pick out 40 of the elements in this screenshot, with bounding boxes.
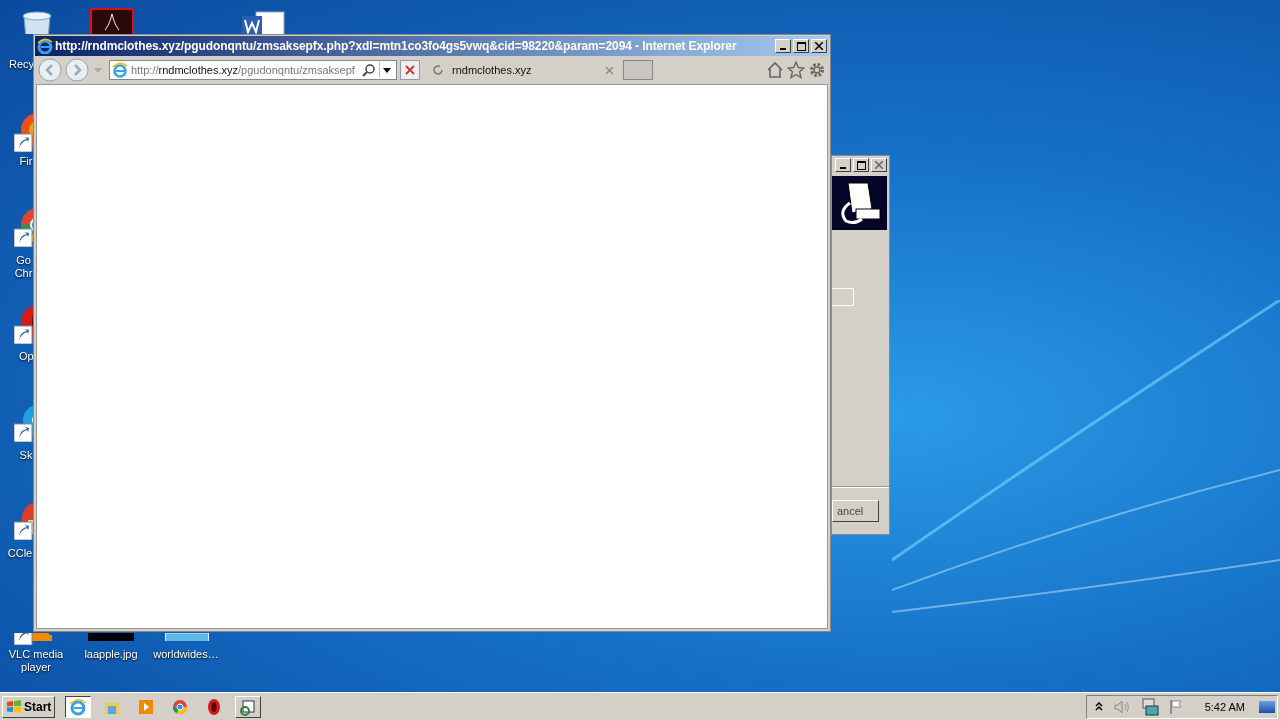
network-icon[interactable] bbox=[1140, 697, 1159, 716]
maximize-icon[interactable] bbox=[793, 39, 809, 53]
chevron-up-icon[interactable] bbox=[1094, 701, 1103, 712]
ie-taskbar-icon[interactable] bbox=[65, 695, 92, 718]
window-title: http://rndmclothes.xyz/pgudonqntu/zmsaksepfx.php?xdl=mtn1co3fo4gs5vwq&cid=98220&param=2094 - Internet Explorer bbox=[55, 39, 738, 53]
home-icon[interactable] bbox=[766, 61, 784, 79]
address-field[interactable]: http://rndmclothes.xyz/pgudonqntu/zmsaksepf bbox=[109, 60, 397, 80]
settings-icon[interactable] bbox=[808, 61, 826, 79]
app-taskbar-icon[interactable] bbox=[235, 695, 262, 718]
start-button[interactable]: Start bbox=[2, 695, 56, 718]
desktop-icon-label: worldwides… bbox=[152, 648, 220, 661]
minimize-icon[interactable] bbox=[835, 158, 851, 172]
windows-logo-icon bbox=[6, 699, 22, 714]
tab-title: rndmclothes.xyz bbox=[452, 64, 533, 76]
desktop-icon-label: CCle bbox=[7, 547, 33, 560]
star-icon[interactable] bbox=[787, 61, 805, 79]
desktop-icon-label: Go Chr bbox=[14, 254, 33, 280]
cancel-button[interactable]: ancel bbox=[832, 500, 879, 522]
input-field[interactable] bbox=[832, 288, 854, 306]
dropdown-icon[interactable] bbox=[379, 62, 394, 78]
clock[interactable]: 5:42 AM bbox=[1204, 700, 1245, 713]
search-icon[interactable] bbox=[362, 63, 376, 77]
acrobat-icon[interactable] bbox=[90, 8, 134, 34]
flag-icon[interactable] bbox=[1168, 698, 1185, 715]
address-url: http://rndmclothes.xyz/pgudonqntu/zmsaksepf bbox=[131, 64, 356, 76]
desktop-icon-label: Sk bbox=[19, 449, 33, 462]
stop-icon[interactable] bbox=[400, 60, 420, 80]
browser-logo-icon bbox=[37, 38, 53, 54]
desktop-icon-label: VLC media player bbox=[7, 648, 65, 674]
desktop-icon-label: Fir bbox=[19, 155, 33, 168]
loading-spinner-icon bbox=[432, 64, 444, 76]
browser-logo-icon bbox=[112, 62, 128, 78]
browser-tab[interactable]: rndmclothes.xyz bbox=[426, 60, 620, 80]
computer-icon bbox=[832, 176, 887, 230]
show-desktop-button[interactable] bbox=[1259, 700, 1275, 713]
minimize-icon[interactable] bbox=[775, 39, 791, 53]
desktop-icon-label: Op bbox=[19, 350, 33, 363]
desktop-icon-label: Recy bbox=[9, 58, 33, 71]
maximize-icon[interactable] bbox=[853, 158, 869, 172]
desktop-icon-label: laapple.jpg bbox=[83, 648, 139, 661]
